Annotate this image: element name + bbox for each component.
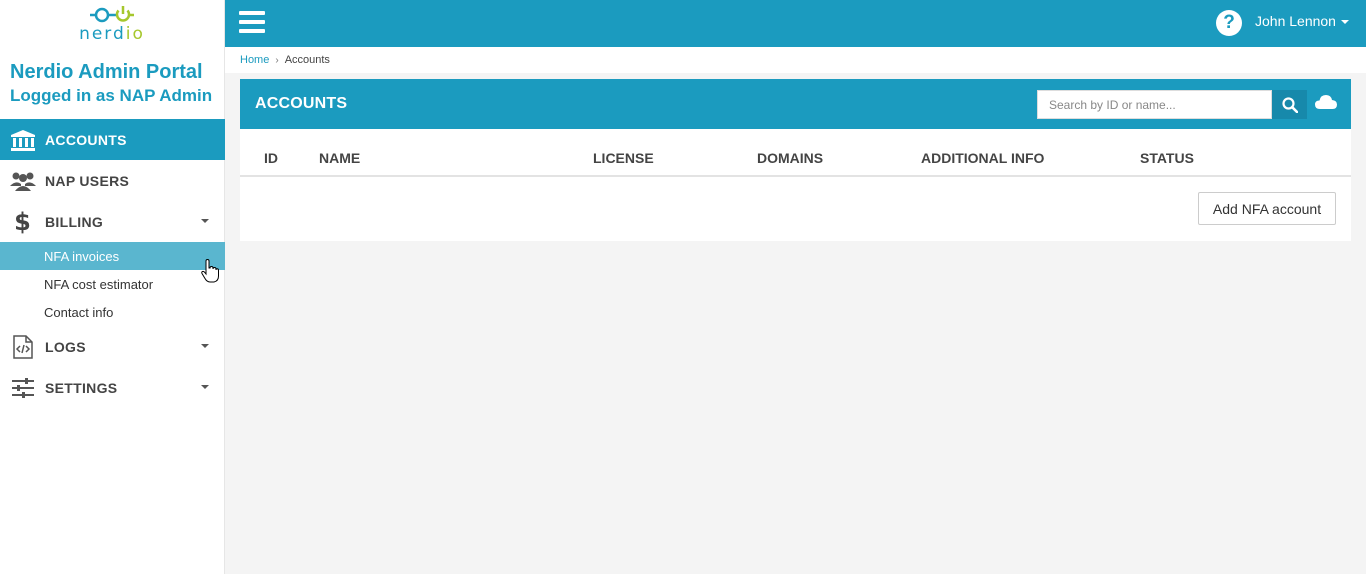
sidebar-item-nap-users[interactable]: NAP USERS [0,160,225,201]
search-input[interactable] [1037,90,1272,119]
add-nfa-account-button[interactable]: Add NFA account [1198,192,1336,225]
chevron-down-icon [201,344,209,348]
column-header-id[interactable]: ID [264,150,278,166]
sidebar-nav: ACCOUNTS NAP USERS $ BILLING NFA invoice… [0,119,225,408]
sidebar-subitem-contact-info[interactable]: Contact info [0,298,225,326]
menu-toggle-icon[interactable] [239,11,265,33]
column-header-domains[interactable]: DOMAINS [757,150,823,166]
nerdio-logo[interactable]: nerdio [0,0,224,47]
logo-wordmark: nerdio [79,24,145,44]
sidebar-item-label: BILLING [45,213,104,230]
cloud-icon[interactable] [1315,94,1337,110]
page-title: ACCOUNTS [255,95,348,112]
breadcrumb-home-link[interactable]: Home [240,54,269,66]
user-name: John Lennon [1255,13,1336,29]
logo-power-icon [90,6,134,23]
sidebar-item-label: ACCOUNTS [45,131,127,148]
column-header-status[interactable]: STATUS [1140,150,1194,166]
sidebar-item-billing[interactable]: $ BILLING [0,201,225,242]
code-file-icon [0,334,45,359]
search-icon [1281,96,1298,113]
bank-icon [0,129,45,151]
chevron-down-icon [201,219,209,223]
column-header-license[interactable]: LICENSE [593,150,654,166]
hand-cursor-icon [201,259,219,283]
sidebar-item-logs[interactable]: LOGS [0,326,225,367]
dollar-icon: $ [14,207,31,236]
breadcrumb: Home › Accounts [225,47,1366,73]
help-icon[interactable]: ? [1216,10,1242,36]
accounts-panel: ACCOUNTS ID NAME LICENSE DOMAINS ADDITIO… [240,79,1351,241]
column-header-additional-info[interactable]: ADDITIONAL INFO [921,150,1044,166]
top-bar: ? John Lennon [225,0,1366,47]
sidebar-item-label: SETTINGS [45,379,118,396]
users-icon [0,171,45,191]
sidebar-item-label: LOGS [45,338,86,355]
panel-header: ACCOUNTS [240,79,1351,129]
column-header-name[interactable]: NAME [319,150,360,166]
sidebar-item-accounts[interactable]: ACCOUNTS [0,119,225,160]
sidebar: nerdio Nerdio Admin Portal Logged in as … [0,0,225,574]
portal-title: Nerdio Admin Portal [10,61,203,83]
chevron-down-icon [1340,20,1349,25]
portal-subtitle: Logged in as NAP Admin [10,86,213,105]
table-header: ID NAME LICENSE DOMAINS ADDITIONAL INFO … [240,129,1351,177]
breadcrumb-separator: › [275,55,279,66]
sidebar-subitem-nfa-invoices[interactable]: NFA invoices [0,242,225,270]
chevron-down-icon [201,385,209,389]
sidebar-item-settings[interactable]: SETTINGS [0,367,225,408]
search-button[interactable] [1272,90,1307,119]
sidebar-item-label: NAP USERS [45,172,130,189]
sliders-icon [0,377,45,398]
sidebar-subitem-nfa-cost-estimator[interactable]: NFA cost estimator [0,270,225,298]
breadcrumb-current: Accounts [284,54,330,66]
user-menu[interactable]: John Lennon [1255,13,1349,29]
